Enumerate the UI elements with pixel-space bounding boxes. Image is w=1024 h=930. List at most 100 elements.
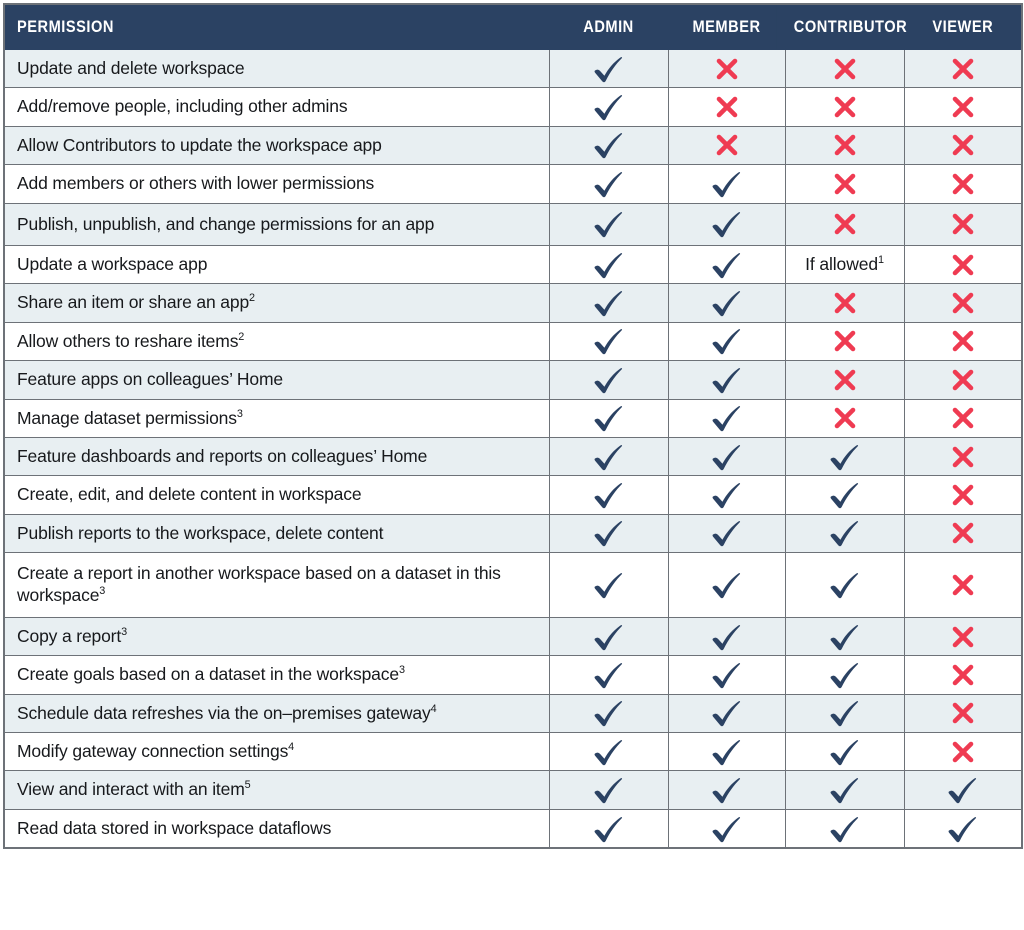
check-mark-icon (828, 480, 862, 510)
check-mark-icon (592, 775, 626, 805)
check-mark-icon (710, 698, 744, 728)
cross-mark-icon (714, 94, 740, 120)
workspace-permissions-table: PERMISSION ADMIN MEMBER CONTRIBUTOR VIEW… (3, 3, 1023, 850)
cell-contributor (784, 616, 905, 657)
check-mark-icon (710, 518, 744, 548)
cell-member (667, 244, 786, 285)
table-row: Publish reports to the workspace, delete… (3, 513, 1023, 554)
cross-mark-icon (832, 132, 858, 158)
cell-admin (548, 770, 669, 810)
cell-member (667, 360, 786, 400)
table-row: Manage dataset permissions3 (3, 398, 1023, 438)
cell-contributor (784, 475, 905, 515)
cross-mark-icon (832, 171, 858, 197)
table-row: Copy a report3 (3, 616, 1023, 657)
table-row: Allow others to reshare items2 (3, 321, 1023, 362)
cell-member (667, 808, 786, 849)
cell-member (667, 732, 786, 772)
check-mark-icon (828, 814, 862, 844)
check-mark-icon (828, 660, 862, 690)
cell-member (667, 552, 786, 618)
cross-mark-icon (950, 132, 976, 158)
cell-viewer (903, 655, 1023, 695)
table-row: Feature apps on colleagues’ Home (3, 360, 1023, 400)
cell-admin (548, 513, 669, 554)
check-mark-icon (828, 570, 862, 600)
footnote-reference: 3 (398, 664, 405, 677)
check-mark-icon (592, 570, 626, 600)
check-mark-icon (592, 250, 626, 280)
check-mark-icon (592, 814, 626, 844)
cross-mark-icon (950, 405, 976, 431)
table-row: View and interact with an item5 (3, 770, 1023, 810)
column-header-permission-label: PERMISSION (17, 17, 114, 36)
column-header-permission: PERMISSION (3, 3, 550, 50)
cross-mark-icon (950, 367, 976, 393)
check-mark-icon (946, 775, 980, 805)
cross-mark-icon (832, 328, 858, 354)
check-mark-icon (828, 737, 862, 767)
permission-label: Share an item or share an app2 (3, 283, 550, 323)
check-mark-icon (592, 209, 626, 239)
cross-mark-icon (950, 520, 976, 546)
footnote-reference: 3 (121, 626, 127, 639)
footnote-reference: 5 (244, 779, 251, 792)
check-mark-icon (710, 622, 744, 652)
permission-label: Update a workspace app (3, 244, 550, 285)
check-mark-icon (946, 814, 980, 844)
cross-mark-icon (832, 367, 858, 393)
cell-member (667, 283, 786, 323)
check-mark-icon (592, 622, 626, 652)
cell-viewer (903, 360, 1023, 400)
check-mark-icon (710, 403, 744, 433)
check-mark-icon (710, 570, 744, 600)
column-header-member: MEMBER (675, 3, 778, 50)
cell-member (667, 164, 786, 204)
cell-admin (548, 616, 669, 657)
cell-contributor (784, 513, 905, 554)
cell-admin (548, 125, 669, 166)
cross-mark-icon (714, 56, 740, 82)
permission-label: Allow others to reshare items2 (3, 321, 550, 362)
table-row: Allow Contributors to update the workspa… (3, 125, 1023, 166)
cell-contributor: If allowed1 (784, 244, 905, 285)
check-mark-icon (710, 326, 744, 356)
cell-admin (548, 244, 669, 285)
footnote-reference: 2 (238, 330, 245, 343)
column-header-contributor: CONTRIBUTOR (792, 3, 907, 50)
cell-contributor (784, 770, 905, 810)
cell-contributor (784, 283, 905, 323)
cell-admin (548, 693, 669, 734)
cell-contributor (784, 321, 905, 362)
cell-admin (548, 475, 669, 515)
cell-member (667, 436, 786, 477)
check-mark-icon (592, 326, 626, 356)
check-mark-icon (710, 250, 744, 280)
cell-viewer (903, 321, 1023, 362)
table-row: Publish, unpublish, and change permissio… (3, 202, 1023, 246)
table-header: PERMISSION ADMIN MEMBER CONTRIBUTOR VIEW… (3, 3, 1022, 50)
table-row: Create goals based on a dataset in the w… (3, 655, 1023, 695)
cell-member (667, 87, 786, 127)
cell-member (667, 48, 786, 89)
cross-mark-icon (950, 624, 976, 650)
cell-contributor (784, 693, 905, 734)
cell-admin (548, 732, 669, 772)
cell-member (667, 475, 786, 515)
check-mark-icon (592, 403, 626, 433)
permission-label: Feature apps on colleagues’ Home (3, 360, 550, 400)
cell-admin (548, 436, 669, 477)
check-mark-icon (710, 814, 744, 844)
check-mark-icon (592, 480, 626, 510)
cross-mark-icon (832, 290, 858, 316)
cross-mark-icon (950, 662, 976, 688)
permission-label: Read data stored in workspace dataflows (3, 808, 550, 849)
cell-viewer (903, 164, 1023, 204)
check-mark-icon (710, 365, 744, 395)
permission-label: Add/remove people, including other admin… (3, 87, 550, 127)
cross-mark-icon (950, 171, 976, 197)
check-mark-icon (828, 622, 862, 652)
permission-label: Allow Contributors to update the workspa… (3, 125, 550, 166)
cell-contributor (784, 436, 905, 477)
table-body: Update and delete workspace Add/remove pe… (3, 48, 1023, 849)
